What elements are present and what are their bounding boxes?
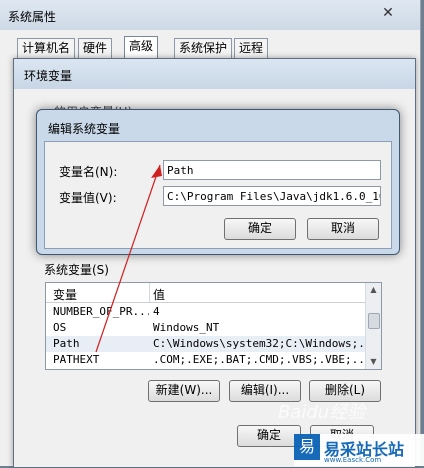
brand-logo-icon: 易 bbox=[294, 434, 320, 460]
brand-url: www.Easck.Com bbox=[324, 456, 382, 464]
arrow-shaft bbox=[95, 164, 161, 353]
baidu-watermark: Baidu经验 bbox=[278, 402, 366, 423]
arrow-head-icon bbox=[151, 165, 162, 178]
site-watermark: 易 易采站长站 www.Easck.Com bbox=[294, 434, 424, 466]
annotation-arrow bbox=[95, 164, 162, 353]
